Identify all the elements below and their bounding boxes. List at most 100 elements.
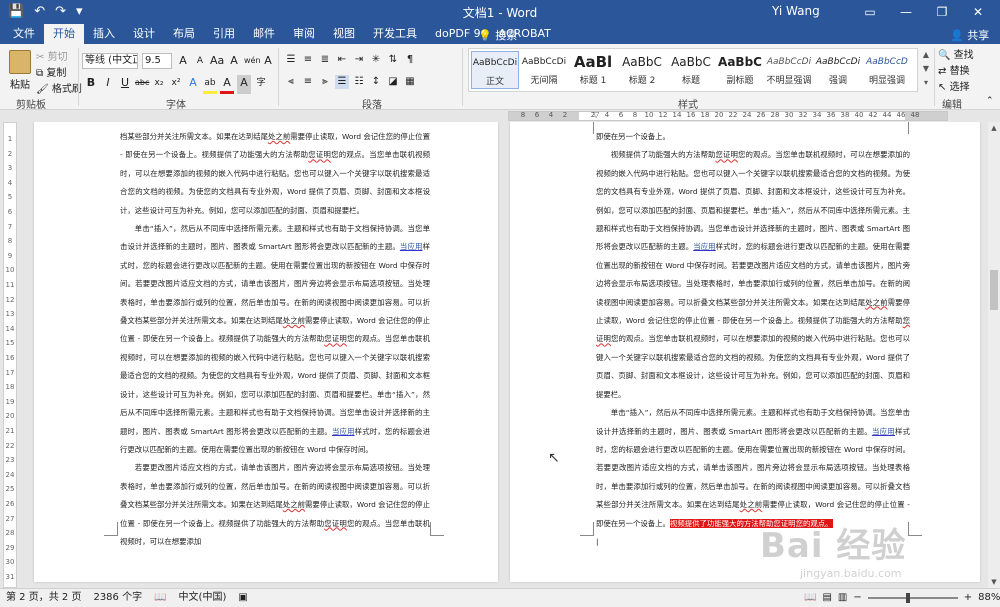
bullets-icon[interactable]: ☰ bbox=[284, 53, 298, 67]
zoom-out-icon[interactable]: − bbox=[853, 589, 861, 607]
tab-references[interactable]: 引用 bbox=[204, 24, 244, 44]
grow-font-button[interactable]: A bbox=[176, 53, 190, 69]
tab-developer[interactable]: 开发工具 bbox=[364, 24, 426, 44]
font-name-select[interactable]: 等线 (中文正文 bbox=[82, 53, 138, 69]
increase-indent-icon[interactable]: ⇥ bbox=[352, 53, 366, 67]
style-heading-1[interactable]: AaBl 标题 1 bbox=[569, 51, 617, 89]
style-subtitle[interactable]: AaBbC 副标题 bbox=[716, 51, 764, 89]
style-emphasis[interactable]: AaBbCcDi 强调 bbox=[814, 51, 862, 89]
font-color-button[interactable]: A bbox=[220, 75, 234, 94]
clear-format-button[interactable]: A bbox=[227, 53, 241, 69]
zoom-level[interactable]: 88% bbox=[978, 589, 1000, 607]
align-center-icon[interactable]: ≡ bbox=[301, 75, 315, 89]
crop-mark bbox=[908, 122, 922, 134]
distributed-icon[interactable]: ☷ bbox=[352, 75, 366, 89]
style-title[interactable]: AaBbC 标题 bbox=[667, 51, 715, 89]
print-layout-icon[interactable]: ▤ bbox=[822, 589, 831, 607]
vertical-ruler-number: 22 bbox=[5, 441, 15, 450]
align-right-icon[interactable]: ⫸ bbox=[318, 75, 332, 89]
style-subtle-emphasis[interactable]: AaBbCcDi 不明显强调 bbox=[765, 51, 813, 89]
more-styles-icon[interactable]: ▾ bbox=[920, 76, 932, 90]
copy-button[interactable]: ⧉ 复制 bbox=[36, 66, 82, 82]
subscript-button[interactable]: x₂ bbox=[152, 75, 166, 94]
page-2[interactable]: 即使在另一个设备上。 视频提供了功能强大的方法帮助您证明您的观点。当您单击联机视… bbox=[510, 122, 980, 582]
multilevel-list-icon[interactable]: ≣ bbox=[318, 53, 332, 67]
shrink-font-button[interactable]: A bbox=[193, 53, 207, 69]
style-intense-emphasis[interactable]: AaBbCcD 明显强调 bbox=[863, 51, 911, 89]
replace-button[interactable]: ⇄ 替换 bbox=[938, 64, 974, 80]
ribbon-display-icon[interactable]: ▭ bbox=[852, 0, 888, 24]
close-icon[interactable]: ✕ bbox=[960, 0, 996, 24]
numbering-icon[interactable]: ≡ bbox=[301, 53, 315, 67]
scroll-down-icon[interactable]: ▼ bbox=[988, 576, 1000, 588]
style-no-spacing[interactable]: AaBbCcDi 无间隔 bbox=[520, 51, 568, 89]
style-heading-2[interactable]: AaBbC 标题 2 bbox=[618, 51, 666, 89]
align-left-icon[interactable]: ⫷ bbox=[284, 75, 298, 89]
macro-icon[interactable]: ▣ bbox=[238, 589, 247, 607]
page-2-text[interactable]: 即使在另一个设备上。 视频提供了功能强大的方法帮助您证明您的观点。当您单击联机视… bbox=[596, 128, 910, 551]
cut-button[interactable]: ✂ 剪切 bbox=[36, 50, 82, 66]
scroll-up-icon[interactable]: ▲ bbox=[988, 122, 1000, 134]
crop-mark bbox=[104, 522, 118, 536]
chevron-up-icon[interactable]: ▲ bbox=[920, 48, 932, 62]
chevron-down-icon[interactable]: ▼ bbox=[920, 62, 932, 76]
borders-icon[interactable]: ▦ bbox=[403, 75, 417, 89]
tab-review[interactable]: 审阅 bbox=[284, 24, 324, 44]
decrease-indent-icon[interactable]: ⇤ bbox=[335, 53, 349, 67]
tab-view[interactable]: 视图 bbox=[324, 24, 364, 44]
underline-button[interactable]: U bbox=[118, 75, 132, 94]
line-spacing-icon[interactable]: ↕ bbox=[369, 75, 383, 89]
vertical-scrollbar[interactable]: ▲ ▼ bbox=[988, 122, 1000, 588]
word-count[interactable]: 2386 个字 bbox=[93, 589, 142, 607]
strikethrough-button[interactable]: abc bbox=[135, 75, 149, 94]
restore-icon[interactable]: ❐ bbox=[924, 0, 960, 24]
superscript-button[interactable]: x² bbox=[169, 75, 183, 94]
enclose-char-button[interactable]: 字 bbox=[254, 75, 268, 94]
find-button[interactable]: 🔍 查找 bbox=[938, 48, 974, 64]
tell-me-search[interactable]: 💡 搜索 bbox=[478, 27, 517, 43]
shading-icon[interactable]: ◪ bbox=[386, 75, 400, 89]
zoom-slider[interactable] bbox=[867, 593, 958, 603]
justify-icon[interactable]: ☰ bbox=[335, 75, 349, 89]
paste-button[interactable]: 粘贴 bbox=[6, 50, 34, 91]
horizontal-ruler[interactable]: 8 6 4 2 2 4 6 8 10 12 14 16 18 20 22 24 26 28 30 32 34 36 38 40… bbox=[0, 110, 1000, 122]
window-title: 文档1 - Word bbox=[462, 6, 538, 20]
tab-mailings[interactable]: 邮件 bbox=[244, 24, 284, 44]
language-status[interactable]: 中文(中国) bbox=[179, 589, 227, 607]
tab-home[interactable]: 开始 bbox=[44, 24, 84, 44]
change-case-button[interactable]: Aa bbox=[210, 53, 224, 69]
tab-insert[interactable]: 插入 bbox=[84, 24, 124, 44]
bold-button[interactable]: B bbox=[84, 75, 98, 94]
text-effects-button[interactable]: A bbox=[186, 75, 200, 94]
minimize-icon[interactable]: — bbox=[888, 0, 924, 24]
tab-layout[interactable]: 布局 bbox=[164, 24, 204, 44]
collapse-ribbon-icon[interactable]: ⌃ bbox=[986, 96, 994, 106]
show-marks-icon[interactable]: ¶ bbox=[403, 53, 417, 67]
page-count[interactable]: 第 2 页，共 2 页 bbox=[6, 589, 81, 607]
page-1[interactable]: 档某些部分并关注所需文本。如果在达到结尾处之前需要停止读取，Word 会记住您的… bbox=[34, 122, 498, 582]
font-size-select[interactable]: 9.5 bbox=[142, 53, 172, 69]
indent-marker[interactable]: ▽ bbox=[593, 110, 599, 119]
char-border-button[interactable]: A bbox=[261, 53, 275, 69]
style-normal[interactable]: AaBbCcDi 正文 bbox=[471, 51, 519, 89]
proofing-icon[interactable]: 📖 bbox=[154, 589, 166, 607]
char-shading-button[interactable]: A bbox=[237, 75, 251, 94]
tab-file[interactable]: 文件 bbox=[4, 24, 44, 44]
read-mode-icon[interactable]: 📖 bbox=[804, 589, 816, 607]
chinese-layout-icon[interactable]: ✳ bbox=[369, 53, 383, 67]
user-name[interactable]: Yi Wang bbox=[772, 4, 820, 18]
share-button[interactable]: 👤 共享 bbox=[950, 27, 989, 43]
vertical-ruler-number: 27 bbox=[5, 514, 15, 523]
scroll-thumb[interactable] bbox=[990, 270, 998, 310]
phonetic-guide-button[interactable]: wén bbox=[244, 53, 261, 69]
zoom-slider-thumb[interactable] bbox=[905, 593, 910, 603]
zoom-in-icon[interactable]: + bbox=[964, 589, 972, 607]
page-1-text[interactable]: 档某些部分并关注所需文本。如果在达到结尾处之前需要停止读取，Word 会记住您的… bbox=[120, 128, 430, 551]
highlight-button[interactable]: ab bbox=[203, 75, 217, 94]
select-button[interactable]: ↖ 选择 bbox=[938, 80, 974, 96]
sort-icon[interactable]: ⇅ bbox=[386, 53, 400, 67]
tab-design[interactable]: 设计 bbox=[124, 24, 164, 44]
vertical-ruler[interactable]: 1 2 3 4 5 6 7 8 9 10 11 12 13 14 15 16 17 18 19 20 21 22 23 24 2… bbox=[3, 122, 17, 588]
italic-button[interactable]: I bbox=[101, 75, 115, 94]
web-layout-icon[interactable]: ▥ bbox=[838, 589, 847, 607]
